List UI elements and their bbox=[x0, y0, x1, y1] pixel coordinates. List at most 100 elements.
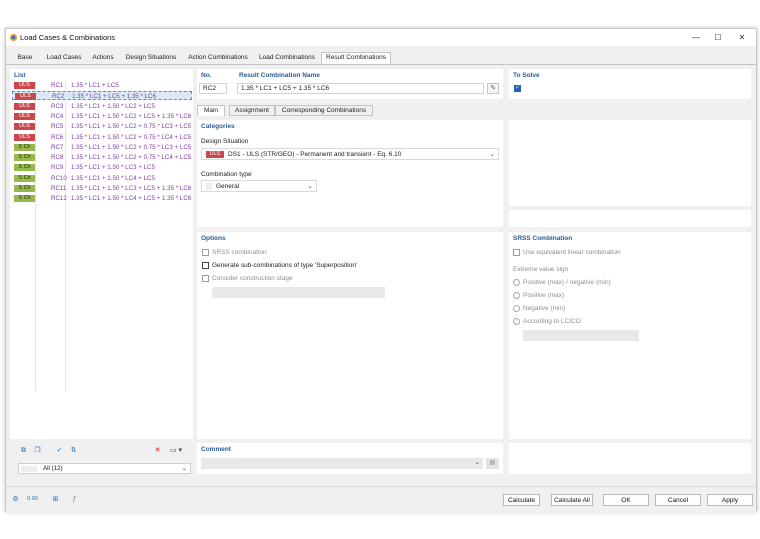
list-item[interactable]: ULS RC1 1.35 * LC1 + LC5 bbox=[12, 81, 192, 90]
subtab-corresponding-combinations[interactable]: Corresponding Combinations bbox=[275, 105, 373, 116]
calculate-button[interactable]: Calculate bbox=[503, 494, 540, 506]
radio-positive-negative[interactable] bbox=[513, 279, 520, 286]
edit-name-icon[interactable]: ✎ bbox=[487, 83, 499, 94]
srss-title: SRSS Combination bbox=[513, 235, 573, 242]
linear-combination-label: Use equivalent linear combination bbox=[523, 249, 621, 256]
window-title: Load Cases & Combinations bbox=[20, 33, 116, 42]
subtab-assignment[interactable]: Assignment bbox=[229, 105, 275, 116]
list-header: List bbox=[14, 72, 26, 79]
comment-field[interactable]: ⌄ bbox=[201, 458, 483, 469]
help-icon[interactable]: ⚙ bbox=[10, 494, 21, 505]
apply-button[interactable]: Apply bbox=[707, 494, 753, 506]
combination-text: 1.35 * LC1 + 1.50 * LC4 + LC5 bbox=[71, 174, 155, 182]
list-item[interactable]: S Ch RC8 1.35 * LC1 + 1.50 * LC2 + 0.75 * … bbox=[12, 153, 192, 162]
list-item[interactable]: S Ch RC7 1.35 * LC1 + 1.50 * LC2 + 0.75 * … bbox=[12, 143, 192, 152]
maximize-icon[interactable]: ☐ bbox=[710, 32, 726, 43]
structure-icon[interactable]: ⊞ bbox=[50, 494, 61, 505]
options-title: Options bbox=[201, 235, 226, 242]
combination-text: 1.35 * LC1 + 1.50 * LC3 + LC5 bbox=[71, 164, 155, 172]
subcombination-label: Generate sub-combinations of type 'Super… bbox=[212, 262, 358, 269]
linear-combination-checkbox[interactable] bbox=[513, 249, 520, 256]
comment-library-icon[interactable]: ▤ bbox=[486, 458, 499, 469]
tab-actions[interactable]: Actions bbox=[89, 53, 117, 64]
radio-positive-negative-label: Positive (max) / negative (min) bbox=[523, 279, 611, 286]
combination-id: RC1 bbox=[51, 82, 64, 89]
to-solve-checkbox[interactable]: ✓ bbox=[514, 85, 521, 92]
tab-design-situations[interactable]: Design Situations bbox=[122, 53, 180, 64]
combination-name-field[interactable]: 1.35 * LC1 + LC5 + 1.35 * LC6 bbox=[237, 83, 484, 94]
title-bar: Load Cases & Combinations — ☐ ✕ bbox=[6, 29, 756, 46]
construction-stage-checkbox[interactable] bbox=[202, 275, 209, 282]
units-icon[interactable]: 0.00 bbox=[27, 494, 38, 505]
combination-id: RC9 bbox=[51, 164, 64, 172]
combination-text: 1.35 * LC1 + 1.50 * LC3 + LC5 + 1.35 * L… bbox=[71, 185, 192, 192]
cancel-button[interactable]: Cancel bbox=[655, 494, 701, 506]
construction-stage-label: Consider construction stage bbox=[212, 275, 293, 282]
construction-stage-select[interactable] bbox=[212, 287, 385, 298]
list-item[interactable]: ULS RC5 1.35 * LC1 + 1.50 * LC2 + 0.75 * L… bbox=[12, 122, 192, 131]
type-badge: S Ch bbox=[14, 143, 35, 151]
copy-item-icon[interactable]: ❐ bbox=[32, 446, 43, 455]
combination-text: 1.35 * LC1 + LC5 bbox=[71, 82, 119, 89]
combination-text: 1.35 * LC1 + 1.50 * LC2 + LC5 + 1.35 * L… bbox=[71, 112, 192, 120]
minimize-icon[interactable]: — bbox=[688, 32, 704, 43]
srss-label: SRSS combination bbox=[212, 249, 267, 256]
list-item[interactable]: S Ch RC12 1.35 * LC1 + 1.50 * LC4 + LC5 + … bbox=[12, 194, 192, 203]
combination-id: RC10 bbox=[51, 174, 67, 182]
new-item-icon[interactable]: ⧉ bbox=[18, 446, 29, 455]
list-item[interactable]: ULS RC3 1.35 * LC1 + 1.50 * LC2 + LC5 bbox=[12, 102, 192, 111]
combination-id: RC11 bbox=[51, 185, 67, 192]
to-solve-label: To Solve bbox=[513, 72, 540, 79]
subtab-main[interactable]: Main bbox=[197, 105, 225, 116]
name-label: Result Combination Name bbox=[239, 72, 320, 79]
tab-base[interactable]: Base bbox=[14, 53, 36, 64]
categories-title: Categories bbox=[201, 123, 235, 130]
design-situation-select[interactable]: ULS DS1 - ULS (STR/GEO) - Permanent and … bbox=[201, 148, 499, 160]
uls-badge: ULS bbox=[206, 151, 224, 158]
check-icon[interactable]: ✓ bbox=[54, 446, 65, 455]
delete-icon[interactable]: ✕ bbox=[152, 446, 163, 455]
list-item[interactable]: S Ch RC9 1.35 * LC1 + 1.50 * LC3 + LC5 bbox=[12, 163, 192, 172]
list-item[interactable]: ULS RC6 1.35 * LC1 + 1.50 * LC2 + 0.75 * L… bbox=[12, 133, 192, 142]
list-item[interactable]: S Ch RC10 1.35 * LC1 + 1.50 * LC4 + LC5 bbox=[12, 174, 192, 183]
chevron-down-icon: ⌄ bbox=[181, 465, 187, 472]
subcombination-checkbox[interactable] bbox=[202, 262, 209, 269]
list-item[interactable]: ULS RC2 1.35 * LC1 + LC5 + 1.35 * LC6 bbox=[12, 91, 192, 101]
tab-result-combinations[interactable]: Result Combinations bbox=[321, 52, 391, 64]
comment-title: Comment bbox=[201, 446, 231, 453]
no-label: No. bbox=[201, 72, 212, 79]
combination-type-select[interactable]: General ⌄ bbox=[201, 180, 317, 192]
tab-load-combinations[interactable]: Load Combinations bbox=[255, 53, 319, 64]
list-filter-select[interactable]: All (12) ⌄ bbox=[18, 463, 191, 474]
dialog-window: Load Cases & Combinations — ☐ ✕ Base Loa… bbox=[5, 28, 757, 513]
script-icon[interactable]: ƒ bbox=[69, 494, 80, 505]
combination-id: RC6 bbox=[51, 133, 64, 141]
list-item[interactable]: ULS RC4 1.35 * LC1 + 1.50 * LC2 + LC5 + 1.… bbox=[12, 112, 192, 121]
filter-value: All (12) bbox=[43, 465, 63, 472]
tab-load-cases[interactable]: Load Cases bbox=[44, 53, 84, 64]
view-options-icon[interactable]: ▭ ▾ bbox=[166, 446, 186, 455]
lc-select[interactable] bbox=[523, 330, 639, 341]
type-badge: S Ch bbox=[14, 174, 35, 182]
radio-positive-label: Positive (max) bbox=[523, 292, 565, 299]
ok-button[interactable]: OK bbox=[603, 494, 649, 506]
radio-negative[interactable] bbox=[513, 305, 520, 312]
combination-type-label: Combination type bbox=[201, 171, 252, 178]
srss-checkbox[interactable] bbox=[202, 249, 209, 256]
tab-divider bbox=[6, 64, 756, 65]
type-badge: ULS bbox=[14, 112, 35, 120]
type-badge: ULS bbox=[14, 102, 35, 110]
calculate-all-button[interactable]: Calculate All bbox=[551, 494, 593, 506]
renumber-icon[interactable]: ⇅ bbox=[68, 446, 79, 455]
tab-action-combinations[interactable]: Action Combinations bbox=[184, 53, 252, 64]
info-panel-top bbox=[509, 120, 751, 206]
combination-id: RC12 bbox=[51, 195, 67, 203]
list-item[interactable]: S Ch RC11 1.35 * LC1 + 1.50 * LC3 + LC5 + … bbox=[12, 184, 192, 193]
close-icon[interactable]: ✕ bbox=[734, 32, 750, 43]
header-panel: No. RC2 Result Combination Name 1.35 * L… bbox=[197, 69, 503, 99]
type-badge: S Ch bbox=[14, 164, 35, 172]
combination-text: 1.35 * LC1 + 1.50 * LC2 + 0.75 * LC4 + L… bbox=[71, 133, 192, 141]
radio-positive[interactable] bbox=[513, 292, 520, 299]
number-field[interactable]: RC2 bbox=[199, 83, 227, 94]
radio-according-lc[interactable] bbox=[513, 318, 520, 325]
